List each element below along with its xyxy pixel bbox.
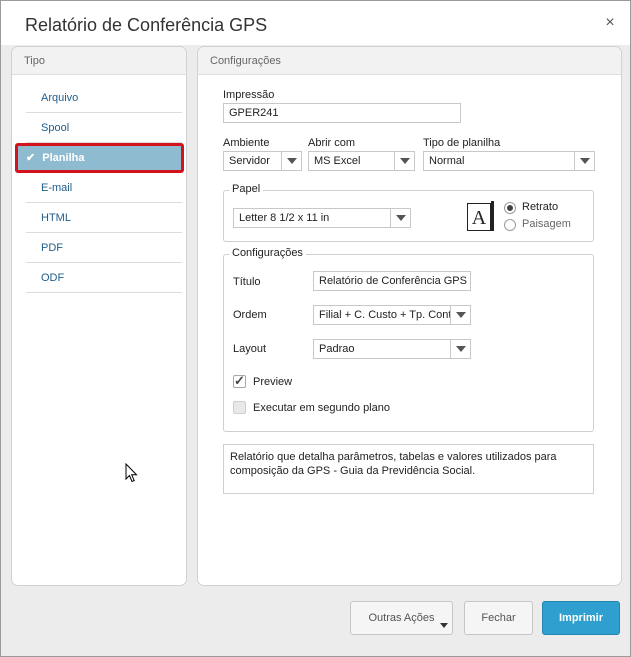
ordem-label: Ordem (233, 309, 267, 321)
ambiente-value: Servidor (229, 155, 270, 167)
outras-acoes-button[interactable]: Outras Ações (350, 601, 453, 635)
layout-value: Padrao (319, 343, 355, 355)
tipo-planilha-label: Tipo de planilha (423, 137, 501, 149)
papel-fieldset: Papel Letter 8 1/2 x 11 in A Retrato Pai… (223, 183, 594, 242)
tipo-panel-header: Tipo (12, 47, 186, 75)
chevron-down-icon[interactable] (450, 306, 470, 324)
segundo-plano-label: Executar em segundo plano (253, 402, 390, 414)
tipo-item-label: Arquivo (41, 92, 79, 104)
ambiente-select[interactable]: Servidor (223, 151, 302, 171)
retrato-radio[interactable] (504, 202, 516, 214)
preview-label: Preview (253, 376, 293, 388)
papel-legend: Papel (229, 183, 264, 195)
fechar-label: Fechar (481, 612, 516, 624)
abrir-com-select[interactable]: MS Excel (308, 151, 415, 171)
tipo-item-label: Planilha (42, 152, 85, 164)
papel-size-value: Letter 8 1/2 x 11 in (239, 212, 330, 224)
portrait-page-icon: A (467, 201, 494, 231)
checkmark-icon: ✓ (234, 373, 245, 388)
report-dialog: Relatório de Conferência GPS × Tipo Arqu… (0, 0, 631, 657)
tipo-item-html[interactable]: HTML (26, 203, 182, 233)
chevron-down-icon[interactable] (281, 152, 301, 170)
ambiente-label: Ambiente (223, 137, 270, 149)
tipo-list: Arquivo Spool ✔ Planilha E-mail HTML PDF (12, 83, 186, 293)
preview-checkbox[interactable]: ✓ (233, 373, 246, 388)
tipo-item-label: PDF (41, 242, 63, 254)
segundo-plano-checkbox[interactable] (233, 401, 246, 414)
close-icon[interactable]: × (601, 14, 619, 32)
tipo-planilha-value: Normal (429, 155, 465, 167)
configuracoes-legend: Configurações (229, 247, 306, 259)
config-panel-header: Configurações (198, 47, 621, 75)
tipo-item-label: E-mail (41, 182, 73, 194)
fechar-button[interactable]: Fechar (464, 601, 533, 635)
tipo-item-spool[interactable]: Spool (26, 113, 182, 143)
caret-down-icon (440, 623, 448, 628)
impressao-field[interactable]: GPER241 (223, 103, 461, 123)
abrir-com-value: MS Excel (314, 155, 361, 167)
imprimir-button[interactable]: Imprimir (542, 601, 620, 635)
imprimir-label: Imprimir (558, 612, 603, 624)
checkmark-icon: ✔ (26, 152, 36, 164)
outras-acoes-label: Outras Ações (368, 612, 435, 624)
description-box: Relatório que detalha parâmetros, tabela… (223, 444, 594, 494)
mouse-cursor-icon (125, 463, 138, 483)
ordem-value: Filial + C. Custo + Tp. Contr. (319, 309, 458, 321)
titulo-field[interactable]: Relatório de Conferência GPS (313, 271, 471, 291)
config-panel: Configurações Impressão GPER241 Ambiente… (197, 46, 622, 586)
chevron-down-icon[interactable] (394, 152, 414, 170)
chevron-down-icon[interactable] (390, 209, 410, 227)
configuracoes-fieldset: Configurações Título Relatório de Confer… (223, 247, 594, 432)
retrato-label: Retrato (522, 201, 559, 213)
dialog-title: Relatório de Conferência GPS (25, 15, 268, 35)
titulo-label: Título (233, 276, 261, 288)
papel-size-select[interactable]: Letter 8 1/2 x 11 in (233, 208, 411, 228)
paisagem-label: Paisagem (522, 218, 571, 230)
tipo-item-pdf[interactable]: PDF (26, 233, 182, 263)
abrir-com-label: Abrir com (308, 137, 356, 149)
layout-select[interactable]: Padrao (313, 339, 471, 359)
chevron-down-icon[interactable] (574, 152, 594, 170)
tipo-item-arquivo[interactable]: Arquivo (26, 83, 182, 113)
layout-label: Layout (233, 343, 267, 355)
tipo-planilha-select[interactable]: Normal (423, 151, 595, 171)
chevron-down-icon[interactable] (450, 340, 470, 358)
paisagem-radio[interactable] (504, 219, 516, 231)
tipo-item-planilha[interactable]: ✔ Planilha (15, 143, 184, 173)
impressao-label: Impressão (223, 89, 275, 101)
tipo-item-label: Spool (41, 122, 70, 134)
tipo-panel: Tipo Arquivo Spool ✔ Planilha E-mail HTM… (11, 46, 187, 586)
tipo-item-email[interactable]: E-mail (26, 173, 182, 203)
ordem-select[interactable]: Filial + C. Custo + Tp. Contr. (313, 305, 471, 325)
dialog-titlebar: Relatório de Conferência GPS × (1, 1, 630, 45)
tipo-item-label: HTML (41, 212, 71, 224)
tipo-item-odf[interactable]: ODF (26, 263, 182, 293)
tipo-item-label: ODF (41, 272, 65, 284)
